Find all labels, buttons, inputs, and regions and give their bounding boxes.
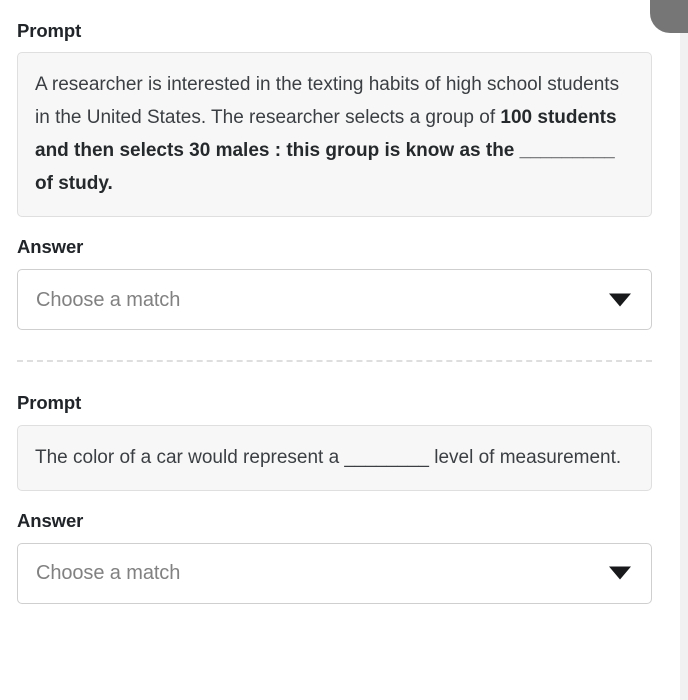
answer-label: Answer bbox=[17, 509, 84, 531]
prompt-label: Prompt bbox=[17, 20, 82, 41]
answer-select-placeholder: Choose a match bbox=[36, 562, 181, 585]
answer-select-1[interactable]: Choose a match bbox=[17, 269, 652, 331]
chevron-down-icon[interactable] bbox=[609, 566, 631, 580]
prompt-text-box: The color of a car would represent a ___… bbox=[17, 424, 652, 491]
question-item: Prompt A researcher is interested in the… bbox=[17, 0, 652, 331]
question-list: Prompt A researcher is interested in the… bbox=[0, 0, 688, 604]
scroll-viewport[interactable]: Prompt A researcher is interested in the… bbox=[0, 0, 688, 700]
answer-select-placeholder: Choose a match bbox=[36, 288, 181, 311]
prompt-text-box: A researcher is interested in the textin… bbox=[17, 52, 652, 218]
prompt-text-plain: The color of a car would represent a ___… bbox=[35, 446, 622, 468]
prompt-label: Prompt bbox=[17, 392, 82, 414]
answer-label: Answer bbox=[17, 236, 84, 258]
question-item: Prompt The color of a car would represen… bbox=[17, 362, 652, 604]
chevron-down-icon[interactable] bbox=[609, 293, 631, 307]
answer-select-2[interactable]: Choose a match bbox=[17, 542, 652, 604]
item-separator bbox=[17, 330, 652, 363]
scrollbar-track[interactable] bbox=[680, 0, 688, 700]
